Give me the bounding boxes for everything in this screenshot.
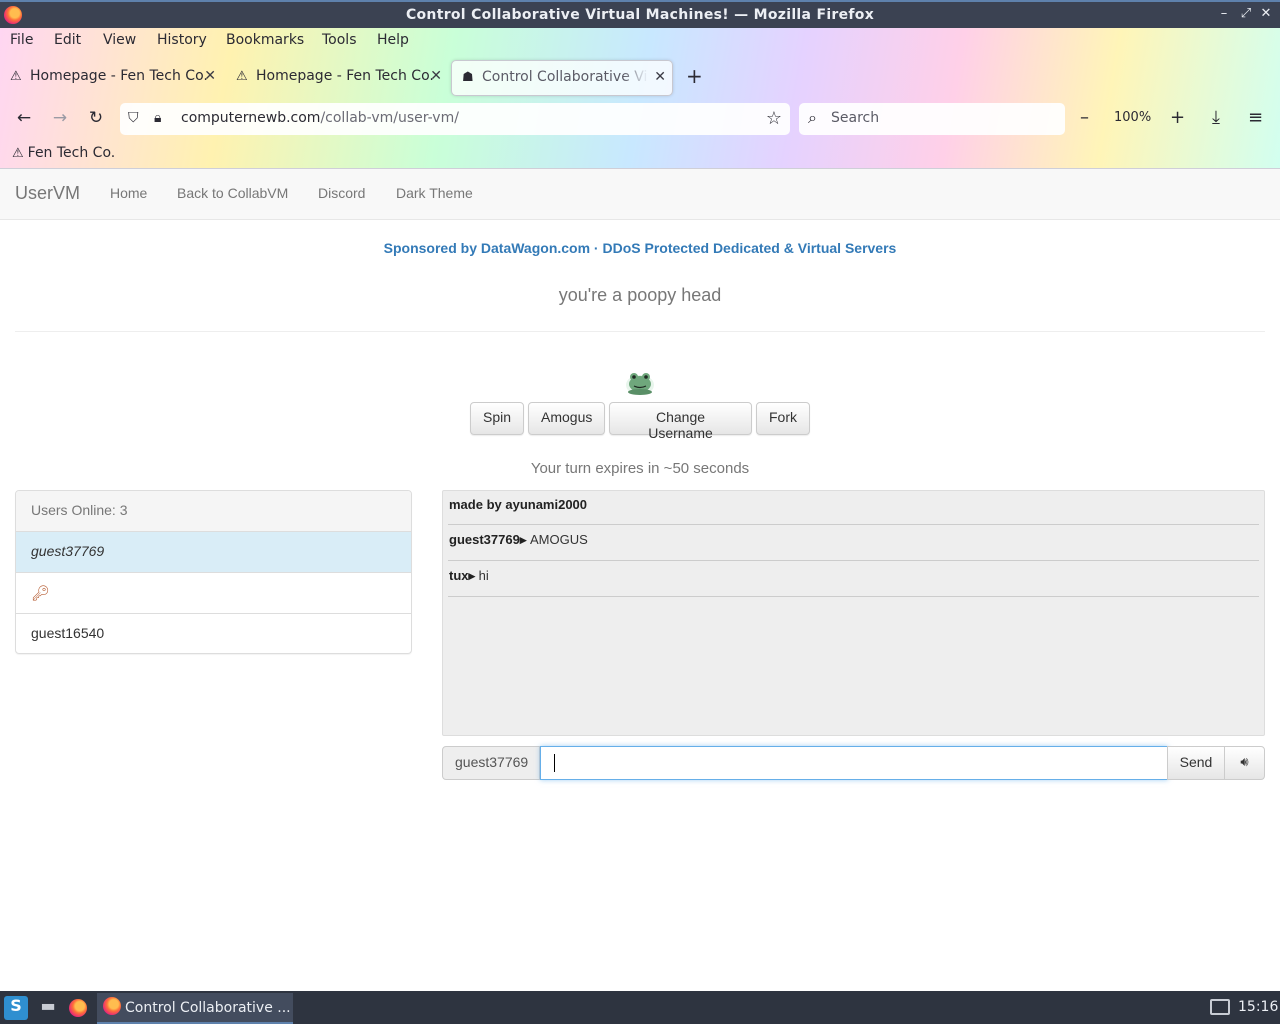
start-menu-icon[interactable]: S [4, 996, 28, 1020]
reload-button[interactable]: ↻ [85, 108, 107, 128]
site-brand[interactable]: UserVM [15, 183, 80, 204]
tab-label: Homepage - Fen Tech Co. [30, 68, 208, 84]
nav-dark-theme[interactable]: Dark Theme [396, 185, 473, 201]
chat-username-label: guest37769 [442, 746, 540, 780]
menu-file[interactable]: File [10, 32, 33, 48]
maximize-icon[interactable]: ⤢ [1238, 6, 1254, 21]
chat-message: guest37769▸ AMOGUS [448, 525, 1259, 561]
back-button[interactable]: ← [13, 108, 35, 128]
user-row-admin[interactable]: 🔑︎ [16, 573, 411, 614]
window-titlebar: Control Collaborative Virtual Machines! … [0, 0, 1280, 28]
tab-homepage-2[interactable]: ⚠ Homepage - Fen Tech Co. ✕ [226, 60, 448, 96]
text-caret [554, 754, 555, 772]
warning-icon: ⚠ [10, 69, 22, 84]
close-tab-icon[interactable]: ✕ [430, 68, 442, 84]
users-online-panel: Users Online: 3 guest37769 🔑︎ guest16540 [15, 490, 412, 654]
menu-edit[interactable]: Edit [54, 32, 81, 48]
frog-icon [626, 373, 654, 395]
navigation-bar: ← → ↻ ⛉ 🔒︎ computernewb.com/collab-vm/us… [0, 100, 1280, 140]
bookmark-star-icon[interactable]: ☆ [766, 108, 782, 129]
bookmark-fen-tech[interactable]: ⚠ Fen Tech Co. [12, 145, 115, 161]
user-row-self[interactable]: guest37769 [16, 532, 411, 573]
zoom-in-button[interactable]: + [1170, 107, 1185, 128]
new-tab-button[interactable]: + [686, 64, 703, 88]
fork-button[interactable]: Fork [756, 402, 810, 435]
nav-discord[interactable]: Discord [318, 185, 365, 201]
nav-back-to-collabvm[interactable]: Back to CollabVM [177, 185, 288, 201]
search-bar[interactable]: ⌕ Search [799, 103, 1065, 135]
url-bar[interactable]: ⛉ 🔒︎ computernewb.com/collab-vm/user-vm/… [120, 103, 790, 135]
send-button[interactable]: Send [1167, 746, 1225, 780]
bookmarks-toolbar: ⚠ Fen Tech Co. [0, 142, 1280, 168]
menu-tools[interactable]: Tools [322, 32, 357, 48]
file-manager-icon[interactable]: ▬ [36, 996, 60, 1020]
chat-username: guest37769 [449, 532, 520, 547]
chat-message: made by ayunami2000 [448, 491, 1259, 525]
close-tab-icon[interactable]: ✕ [654, 69, 666, 85]
users-online-header: Users Online: 3 [16, 491, 411, 532]
divider [15, 331, 1265, 332]
chat-text: AMOGUS [529, 532, 588, 547]
search-placeholder: Search [831, 110, 880, 126]
amogus-button[interactable]: Amogus [528, 402, 605, 435]
network-tray-icon[interactable] [1210, 999, 1230, 1015]
chat-message: tux▸ hi [448, 561, 1259, 597]
taskbar-firefox-window[interactable]: Control Collaborative ... [97, 993, 293, 1024]
browser-chrome: File Edit View History Bookmarks Tools H… [0, 28, 1280, 169]
chat-text: hi [478, 568, 489, 583]
firefox-icon [103, 997, 121, 1015]
tab-collabvm[interactable]: ☗ Control Collaborative Virtual Machines!… [451, 60, 673, 96]
menu-history[interactable]: History [157, 32, 207, 48]
tab-homepage-1[interactable]: ⚠ Homepage - Fen Tech Co. ✕ [0, 60, 222, 96]
close-window-icon[interactable]: ✕ [1258, 6, 1274, 21]
chat-log[interactable]: made by ayunami2000 guest37769▸ AMOGUS t… [442, 490, 1265, 736]
search-icon: ⌕ [808, 108, 817, 127]
close-tab-icon[interactable]: ✕ [204, 68, 216, 84]
downloads-icon[interactable]: ⤓ [1212, 107, 1220, 128]
change-username-button[interactable]: Change Username [609, 402, 752, 441]
tab-label: Homepage - Fen Tech Co. [256, 68, 434, 84]
warning-icon: ⚠ [236, 69, 248, 84]
menu-view[interactable]: View [103, 32, 136, 48]
collabvm-icon: ☗ [462, 70, 474, 85]
shield-icon[interactable]: ⛉ [128, 110, 139, 126]
taskbar: S ▬ Control Collaborative ... 15:16 [0, 991, 1280, 1024]
zoom-level[interactable]: 100% [1114, 110, 1151, 125]
user-row[interactable]: guest16540 [16, 614, 411, 653]
chat-form: guest37769 Send 🔊︎ [442, 746, 1265, 780]
nav-home[interactable]: Home [110, 185, 147, 201]
menu-bookmarks[interactable]: Bookmarks [226, 32, 304, 48]
menu-bar: File Edit View History Bookmarks Tools H… [0, 28, 1280, 54]
chat-input[interactable] [540, 746, 1168, 780]
volume-icon[interactable]: 🔊︎ [1224, 746, 1265, 780]
lock-icon[interactable]: 🔒︎ [154, 110, 161, 126]
sponsor-link[interactable]: Sponsored by DataWagon.com · DDoS Protec… [0, 240, 1280, 256]
firefox-launcher-icon[interactable] [66, 996, 90, 1020]
chat-username: tux [449, 568, 469, 583]
warning-icon: ⚠ [12, 146, 24, 161]
forward-button[interactable]: → [49, 108, 71, 128]
hamburger-menu-icon[interactable]: ≡ [1248, 107, 1263, 128]
tab-label: Control Collaborative Virtual Machines! [482, 69, 648, 85]
site-navbar: UserVM Home Back to CollabVM Discord Dar… [0, 169, 1280, 220]
spin-button[interactable]: Spin [470, 402, 524, 435]
key-icon: 🔑︎ [31, 585, 51, 602]
turn-status: Your turn expires in ~50 seconds [530, 460, 750, 477]
message-of-the-day: you're a poopy head [558, 285, 722, 305]
url-text[interactable]: computernewb.com/collab-vm/user-vm/ [181, 110, 459, 126]
window-title: Control Collaborative Virtual Machines! … [405, 7, 875, 23]
menu-help[interactable]: Help [377, 32, 409, 48]
minimize-icon[interactable]: – [1216, 6, 1232, 21]
clock[interactable]: 15:16 [1238, 999, 1278, 1015]
tab-bar: ⚠ Homepage - Fen Tech Co. ✕ ⚠ Homepage - F… [0, 58, 1280, 96]
zoom-out-button[interactable]: – [1080, 107, 1089, 128]
web-page: UserVM Home Back to CollabVM Discord Dar… [0, 169, 1280, 991]
